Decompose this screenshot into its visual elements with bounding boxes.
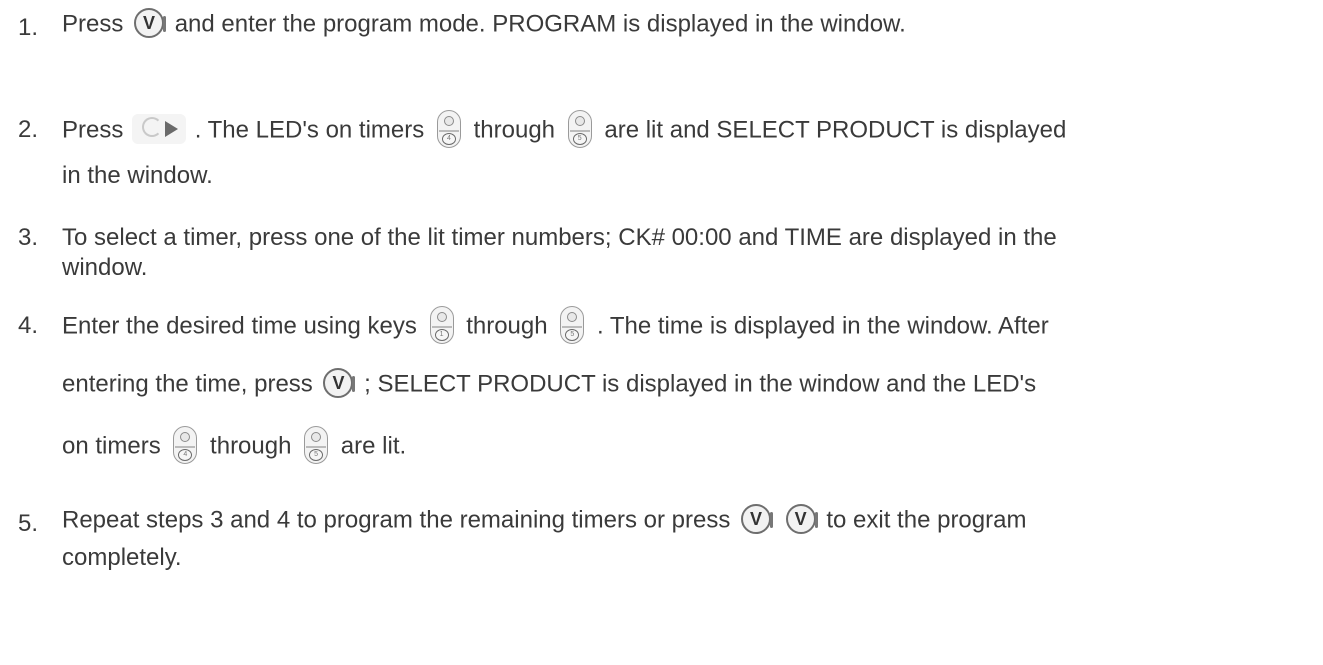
clock-arrow-key-icon	[132, 114, 187, 144]
timer-key-icon: 1	[429, 306, 454, 344]
timer-key-icon: 4	[436, 110, 461, 148]
step-number: 4.	[18, 312, 39, 339]
step-text: Press	[62, 10, 124, 38]
step-line: Enter the desired time using keys 1 thro…	[62, 306, 1049, 346]
step-number: 2.	[18, 116, 39, 143]
step-text: to exit the program	[826, 506, 1027, 534]
step-line: Press V and enter the program mode. PROG…	[62, 8, 906, 40]
step-text: Repeat steps 3 and 4 to program the rema…	[62, 506, 731, 534]
step-text: Enter the desired time using keys	[62, 312, 417, 340]
step-line: entering the time, press V ; SELECT PROD…	[62, 368, 1037, 400]
program-v-key-icon: V	[134, 8, 167, 38]
step-line: window.	[62, 254, 147, 282]
step-text: and enter the program mode. PROGRAM is d…	[174, 10, 906, 38]
program-v-key-icon: V	[785, 504, 818, 534]
step-text: . The time is displayed in the window. A…	[596, 312, 1049, 340]
step-text: through	[466, 312, 548, 340]
step-text: through	[210, 432, 292, 460]
step-text: are lit.	[340, 432, 407, 460]
step-text: completely.	[62, 544, 182, 571]
step-text: are lit and SELECT PRODUCT is displayed	[604, 116, 1067, 144]
step-line: completely.	[62, 544, 182, 572]
step-number: 5.	[18, 510, 39, 537]
step-line: Press . The LED's on timers 4 through 5 …	[62, 110, 1067, 150]
step-number: 3.	[18, 224, 39, 251]
program-v-key-icon: V	[323, 368, 356, 398]
step-text: To select a timer, press one of the lit …	[62, 224, 1057, 251]
step-text: in the window.	[62, 162, 213, 189]
step-text: through	[473, 116, 556, 144]
step-text: Press	[62, 116, 124, 144]
timer-key-icon: 4	[173, 426, 198, 464]
step-text: ; SELECT PRODUCT is displayed in the win…	[364, 370, 1037, 398]
step-text: on timers	[62, 432, 161, 460]
step-number: 1.	[18, 14, 39, 41]
timer-key-icon: 5	[304, 426, 329, 464]
step-text: window.	[62, 254, 148, 281]
step-line: in the window.	[62, 162, 213, 190]
timer-key-icon: 5	[560, 306, 585, 344]
step-line: To select a timer, press one of the lit …	[62, 224, 1057, 252]
step-text: . The LED's on timers	[194, 116, 425, 144]
step-line: on timers 4 through 5 are lit.	[62, 426, 407, 466]
timer-key-icon: 5	[567, 110, 592, 148]
step-line: Repeat steps 3 and 4 to program the rema…	[62, 504, 1027, 536]
program-v-key-icon: V	[741, 504, 774, 534]
step-text: entering the time, press	[62, 370, 313, 398]
